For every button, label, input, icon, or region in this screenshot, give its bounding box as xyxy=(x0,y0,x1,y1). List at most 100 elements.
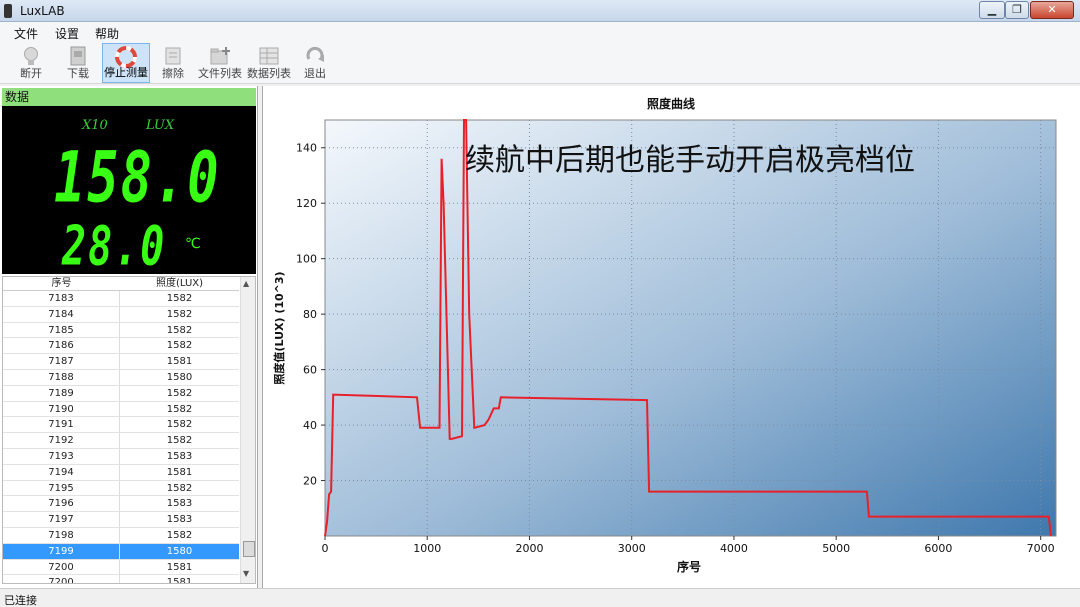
table-row[interactable]: 7198 1582 xyxy=(3,527,239,544)
lux-reading: 158.0 xyxy=(54,138,221,219)
y-axis-label: 照度值(LUX) (10^3) xyxy=(272,271,286,384)
table-row[interactable]: 7193 1583 xyxy=(3,448,239,465)
cell-index: 7197 xyxy=(3,512,120,528)
x-tick-label: 2000 xyxy=(515,542,543,555)
scroll-up-icon[interactable]: ▲ xyxy=(243,279,249,288)
table-row[interactable]: 7188 1580 xyxy=(3,369,239,386)
y-tick-label: 120 xyxy=(296,197,317,210)
table-row[interactable]: 7200 1581 xyxy=(3,559,239,576)
cell-index: 7185 xyxy=(3,322,120,338)
table-row[interactable]: 7192 1582 xyxy=(3,433,239,449)
cell-lux: 1582 xyxy=(166,324,193,336)
cell-index: 7198 xyxy=(3,527,120,543)
cell-lux: 1581 xyxy=(166,561,193,573)
table-row[interactable]: 7186 1582 xyxy=(3,338,239,355)
table-row[interactable]: 7195 1582 xyxy=(3,480,239,497)
cell-index: 7190 xyxy=(3,401,120,417)
menu-settings[interactable]: 设置 xyxy=(55,25,79,42)
app-window: LuxLAB ▁ ❐ ✕ 文件 设置 帮助 断开 下载 停止测量 擦除 文件列表… xyxy=(0,0,1080,607)
y-tick-label: 60 xyxy=(303,364,317,377)
scroll-thumb[interactable] xyxy=(243,541,255,557)
table-row[interactable]: 7197 1583 xyxy=(3,512,239,528)
menu-file[interactable]: 文件 xyxy=(14,25,38,42)
cell-index: 7186 xyxy=(3,338,120,354)
title-bar: LuxLAB ▁ ❐ ✕ xyxy=(0,0,1080,22)
file-list-label: 文件列表 xyxy=(198,67,242,80)
disconnect-button[interactable]: 断开 xyxy=(12,43,50,83)
table-row[interactable]: 7184 1582 xyxy=(3,306,239,323)
column-header-index[interactable]: 序号 xyxy=(3,277,120,291)
file-list-button[interactable]: 文件列表 xyxy=(196,43,244,83)
lux-unit-label: LUX xyxy=(146,118,175,133)
cell-index: 7193 xyxy=(3,448,120,464)
cell-lux: 1580 xyxy=(166,371,193,383)
scroll-down-icon[interactable]: ▼ xyxy=(243,569,249,578)
cell-index: 7192 xyxy=(3,433,120,449)
data-list-button[interactable]: 数据列表 xyxy=(245,43,293,83)
menu-bar: 文件 设置 帮助 xyxy=(0,22,1080,42)
table-row[interactable]: 7190 1582 xyxy=(3,401,239,418)
download-icon xyxy=(70,46,86,66)
exit-label: 退出 xyxy=(304,67,326,80)
illuminance-chart[interactable]: 照度曲线 20 40 60 80 100 120 140 0 1000 2000 3000 4000… xyxy=(263,86,1080,589)
x-tick-label: 3000 xyxy=(618,542,646,555)
column-header-lux[interactable]: 照度(LUX) xyxy=(120,277,239,291)
cell-lux: 1581 xyxy=(166,356,193,368)
cell-index: 7187 xyxy=(3,354,120,370)
stop-measure-button[interactable]: 停止测量 xyxy=(102,43,150,83)
stop-measure-label: 停止测量 xyxy=(104,66,148,79)
cell-index: 7189 xyxy=(3,385,120,401)
cell-index: 7200 xyxy=(3,559,120,575)
table-row[interactable]: 7194 1581 xyxy=(3,464,239,481)
watermark: 值 什么值得买 xyxy=(953,574,1029,588)
disconnect-label: 断开 xyxy=(20,67,42,80)
cell-lux: 1582 xyxy=(166,340,193,352)
table-header: 序号 照度(LUX) xyxy=(3,277,239,291)
exit-button[interactable]: 退出 xyxy=(300,43,330,83)
x-tick-label: 0 xyxy=(322,542,329,555)
table-row[interactable]: 7191 1582 xyxy=(3,417,239,434)
cell-lux: 1582 xyxy=(166,308,193,320)
download-button[interactable]: 下载 xyxy=(60,43,96,83)
cell-index: 7200 xyxy=(3,575,120,583)
x-tick-label: 7000 xyxy=(1027,542,1055,555)
table-row[interactable]: 7199 1580 xyxy=(3,543,239,560)
cell-index: 7188 xyxy=(3,369,120,385)
cell-index: 7183 xyxy=(3,291,120,306)
minimize-button[interactable]: ▁ xyxy=(979,1,1005,19)
y-tick-label: 40 xyxy=(303,419,317,432)
lcd-display: X10 LUX 158.0 28.0 ℃ xyxy=(2,106,256,278)
data-panel: 数据 X10 LUX 158.0 28.0 ℃ 序号 照度(LUX) 7183 1… xyxy=(0,86,258,588)
cell-lux: 1583 xyxy=(166,514,193,526)
app-icon xyxy=(4,4,12,18)
x-tick-label: 4000 xyxy=(720,542,748,555)
table-scrollbar[interactable]: ▲ ▼ xyxy=(240,277,255,583)
table-row[interactable]: 7187 1581 xyxy=(3,354,239,370)
cell-lux: 1582 xyxy=(166,387,193,399)
maximize-button[interactable]: ❐ xyxy=(1005,1,1029,19)
x-tick-label: 6000 xyxy=(924,542,952,555)
chart-panel: 照度曲线 20 40 60 80 100 120 140 0 1000 2000 3000 4000… xyxy=(262,86,1080,589)
table-row[interactable]: 7185 1582 xyxy=(3,322,239,339)
cell-lux: 1582 xyxy=(166,529,193,541)
table-row[interactable]: 7196 1583 xyxy=(3,496,239,513)
x-tick-label: 5000 xyxy=(822,542,850,555)
cell-lux: 1582 xyxy=(166,403,193,415)
cell-lux: 1582 xyxy=(166,482,193,494)
table-row[interactable]: 7189 1582 xyxy=(3,385,239,402)
table-row[interactable]: 7200 1581 xyxy=(3,575,239,583)
close-button[interactable]: ✕ xyxy=(1030,1,1074,19)
cell-lux: 1583 xyxy=(166,498,193,510)
plot-area xyxy=(324,119,1057,537)
connection-status: 已连接 xyxy=(4,594,37,607)
x-axis-label: 序号 xyxy=(677,559,701,574)
table-row[interactable]: 7183 1582 xyxy=(3,291,239,307)
data-table: 序号 照度(LUX) 7183 1582 7184 1582 7185 1582 7186 1… xyxy=(2,276,256,584)
y-tick-label: 20 xyxy=(303,475,317,488)
folder-add-icon xyxy=(210,47,230,65)
data-panel-header: 数据 xyxy=(2,88,256,106)
y-tick-label: 100 xyxy=(296,253,317,266)
erase-button[interactable]: 擦除 xyxy=(156,43,190,83)
menu-help[interactable]: 帮助 xyxy=(95,25,119,42)
cell-lux: 1582 xyxy=(166,419,193,431)
